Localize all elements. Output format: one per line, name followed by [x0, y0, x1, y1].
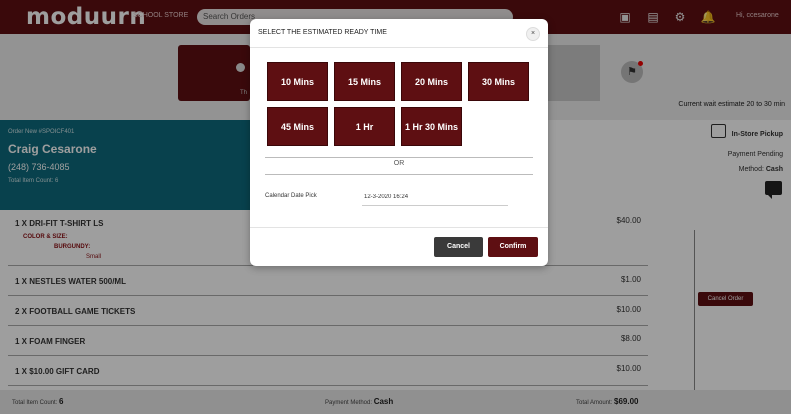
time-option-button[interactable]: 10 Mins	[267, 62, 328, 101]
calendar-date-input[interactable]	[362, 189, 508, 206]
modal-title: SELECT THE ESTIMATED READY TIME	[258, 29, 387, 36]
time-option-button[interactable]: 15 Mins	[334, 62, 395, 101]
ready-time-modal: SELECT THE ESTIMATED READY TIME × 10 Min…	[250, 19, 548, 266]
cancel-button[interactable]: Cancel	[434, 237, 483, 257]
divider	[265, 157, 533, 158]
calendar-label: Calendar Date Pick	[265, 193, 317, 199]
divider	[250, 47, 548, 48]
time-option-button[interactable]: 1 Hr	[334, 107, 395, 146]
time-option-button[interactable]: 1 Hr 30 Mins	[401, 107, 462, 146]
confirm-button[interactable]: Confirm	[488, 237, 538, 257]
close-icon[interactable]: ×	[526, 27, 540, 41]
divider	[250, 227, 548, 228]
divider	[265, 174, 533, 175]
time-option-button[interactable]: 20 Mins	[401, 62, 462, 101]
time-option-button[interactable]: 45 Mins	[267, 107, 328, 146]
or-label: OR	[393, 160, 405, 167]
time-option-button[interactable]: 30 Mins	[468, 62, 529, 101]
